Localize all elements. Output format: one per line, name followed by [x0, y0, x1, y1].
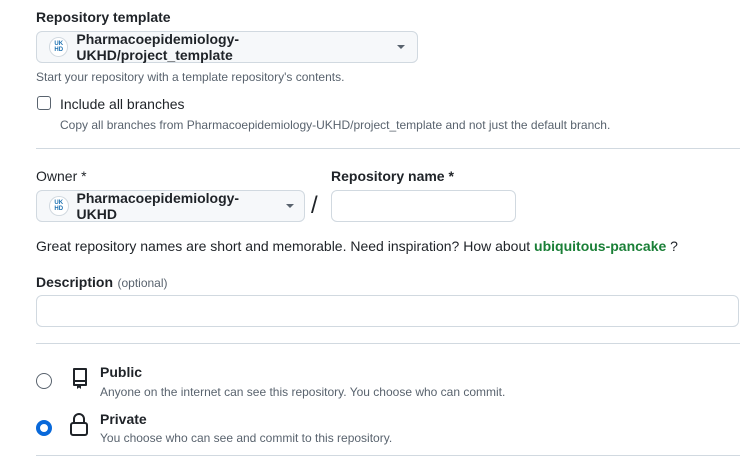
description-label-text: Description: [36, 274, 114, 290]
owner-repo-separator: /: [311, 192, 318, 219]
org-avatar: UK HD: [49, 37, 69, 57]
include-branches-checkbox[interactable]: [37, 96, 51, 110]
divider: [36, 343, 740, 344]
suggested-name-link[interactable]: ubiquitous-pancake: [534, 238, 666, 254]
divider: [36, 455, 740, 456]
template-select-button[interactable]: UK HD Pharmacoepidemiology-UKHD/project_…: [36, 31, 418, 63]
description-label: Description (optional): [36, 274, 168, 292]
suggestion-text: Great repository names are short and mem…: [36, 238, 678, 254]
visibility-public-title: Public: [100, 364, 143, 380]
suggestion-prefix: Great repository names are short and mem…: [36, 238, 531, 254]
chevron-down-icon: [397, 45, 405, 49]
template-help: Start your repository with a template re…: [36, 70, 345, 84]
org-avatar: UK HD: [49, 196, 69, 216]
repo-name-input[interactable]: [331, 190, 516, 222]
lock-icon: [69, 412, 89, 443]
repo-name-label: Repository name *: [331, 168, 454, 184]
divider: [36, 148, 740, 149]
visibility-private-help: You choose who can see and commit to thi…: [100, 431, 393, 445]
visibility-public-help: Anyone on the internet can see this repo…: [100, 385, 506, 399]
include-branches-label[interactable]: Include all branches: [60, 96, 185, 112]
visibility-public-radio[interactable]: [36, 373, 52, 389]
visibility-private-radio[interactable]: [36, 420, 52, 436]
suggestion-suffix: ?: [666, 238, 678, 254]
template-label: Repository template: [36, 9, 171, 25]
visibility-private-title: Private: [100, 411, 147, 427]
description-input[interactable]: [36, 295, 739, 327]
owner-label: Owner *: [36, 168, 87, 184]
repo-icon: [70, 367, 90, 396]
owner-select-button[interactable]: UK HD Pharmacoepidemiology-UKHD: [36, 190, 305, 222]
include-branches-help: Copy all branches from Pharmacoepidemiol…: [60, 118, 611, 132]
template-select-value: Pharmacoepidemiology-UKHD/project_templa…: [76, 31, 240, 63]
owner-select-value: Pharmacoepidemiology-UKHD: [76, 190, 240, 222]
chevron-down-icon: [286, 204, 294, 208]
description-optional: (optional): [117, 276, 168, 290]
